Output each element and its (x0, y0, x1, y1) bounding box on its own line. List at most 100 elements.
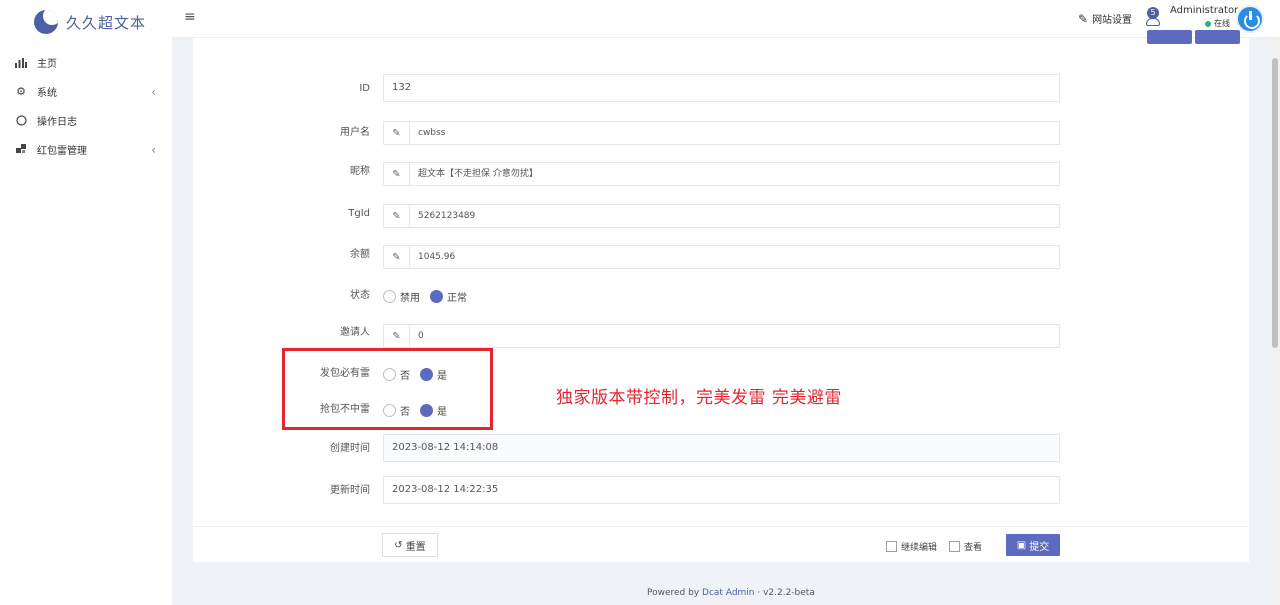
user-status-label: 在线 (1214, 19, 1230, 28)
notification-badge: 5 (1147, 7, 1159, 19)
id-field[interactable]: 132 (383, 74, 1060, 102)
username-field[interactable]: ✎ cwbss (383, 121, 1060, 145)
user-menu[interactable]: Administrator 在线 (1170, 5, 1239, 29)
site-settings-link[interactable]: ✎ 网站设置 (1078, 11, 1133, 27)
submit-label: 提交 (1029, 541, 1050, 553)
checkbox-label: 继续编辑 (901, 543, 938, 553)
sidebar-item-label: 主页 (37, 59, 57, 70)
menu-toggle-icon[interactable]: ≡ (184, 9, 196, 25)
form-footer: ↺ 重置 继续编辑 查看 ▣ 提交 (193, 526, 1249, 562)
sidebar-item-label: 操作日志 (37, 117, 77, 128)
field-label: 更新时间 (330, 485, 370, 496)
field-label: 状态 (350, 290, 370, 301)
brand[interactable]: 久久超文本 (34, 9, 146, 35)
continue-edit-checkbox[interactable]: 继续编辑 (886, 540, 937, 553)
notification-bell-icon[interactable]: 5 (1145, 7, 1163, 29)
scrollbar-thumb[interactable] (1272, 58, 1278, 348)
save-icon: ▣ (1016, 539, 1027, 551)
created-at-field[interactable]: 2023-08-12 14:14:08 (383, 434, 1060, 462)
tgid-field[interactable]: ✎ 5262123489 (383, 204, 1060, 228)
form-row-nickname: 昵称 ✎ 超文本【不走担保 介意勿扰】 (193, 162, 1249, 192)
sidebar: 久久超文本 主页 ⚙ 系统 ‹ 操作日志 红包雷管理 ‹ (0, 0, 172, 605)
radio-circle (383, 289, 396, 303)
checkbox-box (949, 541, 960, 552)
submit-button[interactable]: ▣ 提交 (1006, 534, 1060, 556)
inviter-field[interactable]: ✎ 0 (383, 324, 1060, 348)
created-at-value: 2023-08-12 14:14:08 (392, 442, 499, 453)
sidebar-item-red-packet[interactable]: 红包雷管理 ‹ (0, 135, 172, 164)
bell-body (1146, 18, 1160, 26)
chevron-left-icon: ‹ (151, 85, 156, 99)
pencil-icon: ✎ (384, 325, 410, 347)
id-value: 132 (392, 82, 412, 93)
field-label: 创建时间 (330, 443, 370, 454)
sidebar-item-operation-log[interactable]: 操作日志 (0, 106, 172, 135)
radio-label: 禁用 (400, 292, 420, 304)
field-label: 昵称 (350, 166, 370, 177)
status-option-disabled[interactable]: 禁用 (383, 289, 420, 304)
checkbox-label: 查看 (964, 543, 983, 553)
brand-name: 久久超文本 (66, 13, 147, 32)
view-checkbox[interactable]: 查看 (949, 540, 982, 553)
nickname-field[interactable]: ✎ 超文本【不走担保 介意勿扰】 (383, 162, 1060, 186)
credit-prefix: Powered by (647, 588, 703, 598)
card-action-button[interactable] (1147, 30, 1192, 44)
tgid-value: 5262123489 (418, 211, 476, 221)
form-row-balance: 余额 ✎ 1045.96 (193, 245, 1249, 275)
sidebar-item-label: 系统 (37, 88, 57, 99)
brand-logo-icon (34, 10, 58, 34)
balance-value: 1045.96 (418, 252, 456, 262)
edit-form-card: ID 132 用户名 ✎ cwbss 昵称 ✎ 超文本【不走担保 介意勿扰】 TgI… (193, 30, 1249, 562)
nickname-value: 超文本【不走担保 介意勿扰】 (418, 169, 538, 179)
user-name: Administrator (1170, 5, 1239, 16)
page-scrollbar[interactable] (1270, 38, 1280, 605)
footer-credit: Powered by Dcat Admin · v2.2.2-beta (647, 588, 815, 598)
radio-circle (430, 289, 443, 303)
pencil-icon: ✎ (384, 246, 410, 268)
bar-chart-icon (15, 57, 27, 69)
form-row-status: 状态 禁用 正常 (193, 281, 1249, 311)
reset-icon: ↺ (394, 539, 403, 551)
form-row-created-at: 创建时间 2023-08-12 14:14:08 (193, 434, 1249, 464)
online-dot-icon (1205, 20, 1211, 27)
user-status: 在线 (1170, 18, 1230, 29)
dcat-admin-link[interactable]: Dcat Admin (702, 588, 754, 598)
pencil-icon: ✎ (384, 163, 410, 185)
site-settings-label: 网站设置 (1092, 15, 1133, 26)
balance-field[interactable]: ✎ 1045.96 (383, 245, 1060, 269)
card-top-buttons (1144, 30, 1240, 47)
edit-icon: ✎ (1078, 11, 1089, 26)
radio-label: 正常 (447, 292, 467, 304)
updated-at-field[interactable]: 2023-08-12 14:22:35 (383, 476, 1060, 504)
reset-label: 重置 (405, 541, 426, 553)
form-row-id: ID 132 (193, 74, 1249, 104)
status-radio-group: 禁用 正常 (383, 281, 477, 311)
inviter-value: 0 (418, 331, 424, 341)
pencil-icon: ✎ (384, 205, 410, 227)
status-option-normal[interactable]: 正常 (430, 289, 467, 304)
field-label: 用户名 (340, 127, 370, 138)
top-header: ≡ ✎ 网站设置 5 Administrator 在线 (172, 0, 1280, 38)
circle-icon (15, 115, 27, 127)
sidebar-item-home[interactable]: 主页 (0, 48, 172, 77)
avatar[interactable] (1236, 5, 1264, 33)
sidebar-nav: 主页 ⚙ 系统 ‹ 操作日志 红包雷管理 ‹ (0, 48, 172, 164)
highlight-box (282, 348, 493, 430)
card-action-button[interactable] (1195, 30, 1240, 44)
updated-at-value: 2023-08-12 14:22:35 (392, 484, 499, 495)
reset-button[interactable]: ↺ 重置 (382, 533, 438, 557)
puzzle-icon (15, 144, 27, 156)
sidebar-item-system[interactable]: ⚙ 系统 ‹ (0, 77, 172, 106)
username-value: cwbss (418, 128, 446, 138)
annotation-text: 独家版本带控制，完美发雷 完美避雷 (556, 388, 842, 408)
chevron-left-icon: ‹ (151, 143, 156, 157)
pencil-icon: ✎ (384, 122, 410, 144)
gear-icon: ⚙ (16, 85, 26, 98)
checkbox-box (886, 541, 897, 552)
field-label: TgId (348, 208, 370, 219)
credit-version: · v2.2.2-beta (754, 588, 815, 598)
sidebar-item-label: 红包雷管理 (37, 146, 87, 157)
form-row-updated-at: 更新时间 2023-08-12 14:22:35 (193, 476, 1249, 506)
field-label: 邀请人 (340, 327, 370, 338)
form-row-username: 用户名 ✎ cwbss (193, 121, 1249, 151)
